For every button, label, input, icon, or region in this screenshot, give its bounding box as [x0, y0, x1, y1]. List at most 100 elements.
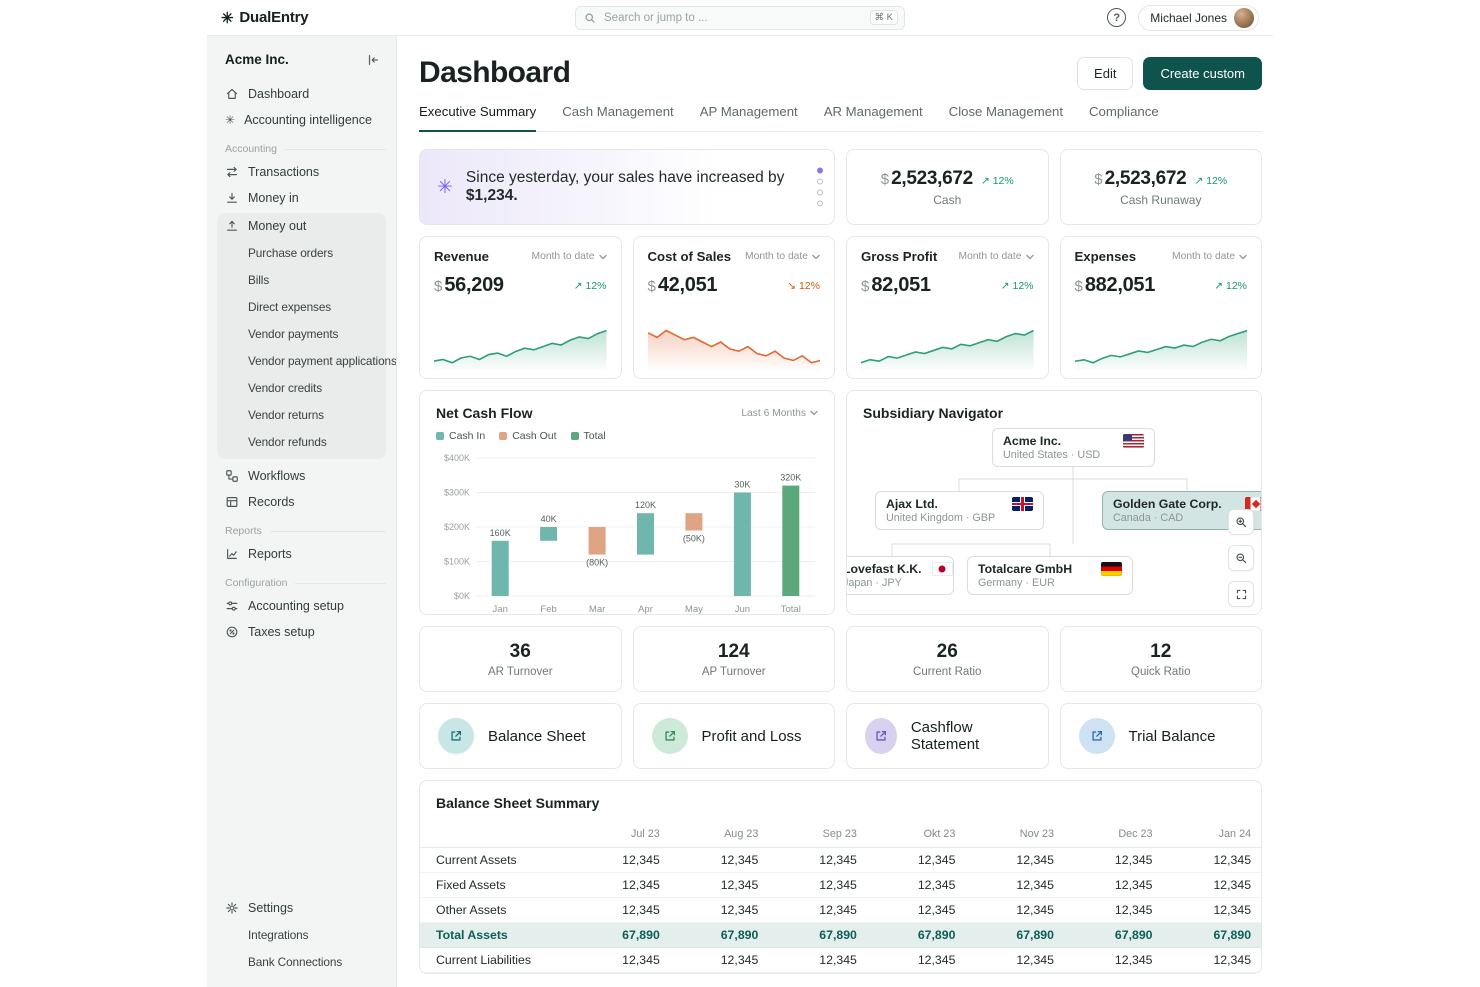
org-node-ajax[interactable]: Ajax Ltd. United Kingdom · GBP: [875, 491, 1044, 530]
cell-value: 12,345: [577, 873, 676, 898]
tab-close-management[interactable]: Close Management: [949, 104, 1063, 131]
cell-value: 12,345: [971, 848, 1070, 873]
cell-value: 67,890: [577, 923, 676, 948]
profit-and-loss-link[interactable]: Profit and Loss: [633, 703, 836, 769]
cell-value: 12,345: [577, 848, 676, 873]
sidebar-item-bank-connections[interactable]: Bank Connections: [217, 948, 386, 975]
org-node-lovefast[interactable]: Lovefast K.K. Japan · JPY: [847, 556, 954, 595]
sidebar-item-accounting-intelligence[interactable]: ✳ Accounting intelligence: [217, 107, 386, 133]
create-custom-button[interactable]: Create custom: [1143, 57, 1262, 90]
ratio-value: 26: [937, 641, 958, 663]
sidebar-item-money-out[interactable]: Money out: [217, 213, 386, 239]
period-dropdown[interactable]: Month to date: [745, 251, 820, 262]
org-node-totalcare[interactable]: Totalcare GmbH Germany · EUR: [967, 556, 1133, 595]
sidebar-item-taxes-setup[interactable]: Taxes setup: [217, 619, 386, 645]
carousel-dot[interactable]: [817, 179, 823, 185]
legend-swatch: [571, 432, 579, 440]
sidebar-item-integrations[interactable]: Integrations: [217, 921, 386, 948]
avatar: [1234, 8, 1254, 28]
sidebar-item-label: Transactions: [248, 165, 319, 179]
column-header: Sep 23: [774, 823, 873, 848]
app-window: ✳ DualEntry ⌘ K ? Michael Jones Acme Inc…: [207, 0, 1273, 987]
sidebar-item-label: Money out: [248, 219, 306, 233]
org-node-acme[interactable]: Acme Inc. United States · USD: [992, 428, 1155, 467]
trial-balance-link[interactable]: Trial Balance: [1060, 703, 1263, 769]
sidebar-item-money-in[interactable]: Money in: [217, 185, 386, 211]
sidebar-item-purchase-orders[interactable]: Purchase orders: [217, 239, 386, 266]
trend-up-icon: ↗: [981, 175, 990, 187]
carousel-dot[interactable]: [817, 168, 823, 174]
sidebar-item-workflows[interactable]: Workflows: [217, 463, 386, 489]
row-label: Total Assets: [420, 923, 577, 948]
table-row: Fixed Assets12,34512,34512,34512,34512,3…: [420, 873, 1262, 898]
balance-sheet-link[interactable]: Balance Sheet: [419, 703, 622, 769]
kpi-value: 882,051: [1085, 274, 1155, 297]
global-search[interactable]: ⌘ K: [575, 6, 905, 30]
ratio-value: 36: [510, 641, 531, 663]
cashflow-statement-link[interactable]: Cashflow Statement: [846, 703, 1049, 769]
sidebar-item-records[interactable]: Records: [217, 489, 386, 515]
subsidiary-navigator-card: Subsidiary Navigator Acme Inc. United St…: [846, 390, 1262, 615]
svg-text:Apr: Apr: [638, 604, 653, 615]
edit-button[interactable]: Edit: [1077, 57, 1133, 90]
tab-ap-management[interactable]: AP Management: [700, 104, 798, 131]
kpi-delta: ↘ 12%: [787, 280, 820, 292]
fullscreen-icon: [1235, 588, 1248, 601]
tab-cash-management[interactable]: Cash Management: [562, 104, 673, 131]
row-label: Current Assets: [420, 848, 577, 873]
period-dropdown[interactable]: Month to date: [532, 251, 607, 262]
fullscreen-button[interactable]: [1228, 581, 1254, 607]
sidebar-item-settings[interactable]: Settings: [217, 895, 386, 921]
zoom-in-icon: [1235, 516, 1248, 529]
search-icon: [584, 12, 596, 24]
cell-value: 12,345: [1169, 898, 1262, 923]
period-dropdown[interactable]: Month to date: [1172, 251, 1247, 262]
sidebar-item-accounting-setup[interactable]: Accounting setup: [217, 593, 386, 619]
row-label: Current Liabilities: [420, 948, 577, 973]
svg-text:Feb: Feb: [540, 604, 556, 615]
sidebar-item-vendor-returns[interactable]: Vendor returns: [217, 401, 386, 428]
currency-symbol: $: [1094, 171, 1102, 188]
search-input[interactable]: [602, 11, 864, 25]
uk-flag-icon: [1012, 497, 1033, 511]
sidebar-item-bills[interactable]: Bills: [217, 266, 386, 293]
sidebar-item-label: Dashboard: [248, 87, 309, 101]
cell-value: 67,890: [971, 923, 1070, 948]
column-header: Jul 23: [577, 823, 676, 848]
tab-executive-summary[interactable]: Executive Summary: [419, 104, 536, 132]
cell-value: 12,345: [1070, 873, 1169, 898]
sidebar-item-transactions[interactable]: Transactions: [217, 159, 386, 185]
sidebar-item-vendor-payments[interactable]: Vendor payments: [217, 320, 386, 347]
current-ratio-card: 26 Current Ratio: [846, 626, 1049, 692]
sidebar-item-label: Reports: [248, 547, 292, 561]
help-icon[interactable]: ?: [1107, 8, 1126, 27]
chevron-down-icon: [1026, 254, 1034, 260]
sidebar-item-vendor-credits[interactable]: Vendor credits: [217, 374, 386, 401]
sidebar-item-dashboard[interactable]: Dashboard: [217, 81, 386, 107]
cost-of-sales-kpi-card: Cost of Sales Month to date $42,051 ↘ 12…: [633, 236, 836, 379]
sidebar-item-reports[interactable]: Reports: [217, 541, 386, 567]
cell-value: 12,345: [774, 948, 873, 973]
kpi-title: Expenses: [1075, 249, 1137, 264]
carousel-dot[interactable]: [817, 190, 823, 196]
company-name: Acme Inc.: [225, 52, 289, 67]
zoom-out-button[interactable]: [1228, 545, 1254, 571]
row-label: Other Assets: [420, 898, 577, 923]
tab-ar-management[interactable]: AR Management: [824, 104, 923, 131]
range-dropdown[interactable]: Last 6 Months: [741, 408, 818, 419]
ratio-label: Quick Ratio: [1131, 666, 1190, 678]
sidebar-item-vendor-payment-applications[interactable]: Vendor payment applications: [217, 347, 386, 374]
user-menu[interactable]: Michael Jones: [1138, 5, 1259, 31]
page-title: Dashboard: [419, 56, 570, 90]
tab-compliance[interactable]: Compliance: [1089, 104, 1159, 131]
sidebar-item-vendor-refunds[interactable]: Vendor refunds: [217, 428, 386, 455]
zoom-out-icon: [1235, 552, 1248, 565]
zoom-in-button[interactable]: [1228, 509, 1254, 535]
period-dropdown[interactable]: Month to date: [959, 251, 1034, 262]
sidebar-item-direct-expenses[interactable]: Direct expenses: [217, 293, 386, 320]
collapse-sidebar-icon[interactable]: [366, 53, 380, 67]
svg-text:Mar: Mar: [589, 604, 605, 615]
carousel-dot[interactable]: [817, 201, 823, 207]
sidebar-item-label: Settings: [248, 901, 293, 915]
cell-value: 12,345: [1070, 898, 1169, 923]
